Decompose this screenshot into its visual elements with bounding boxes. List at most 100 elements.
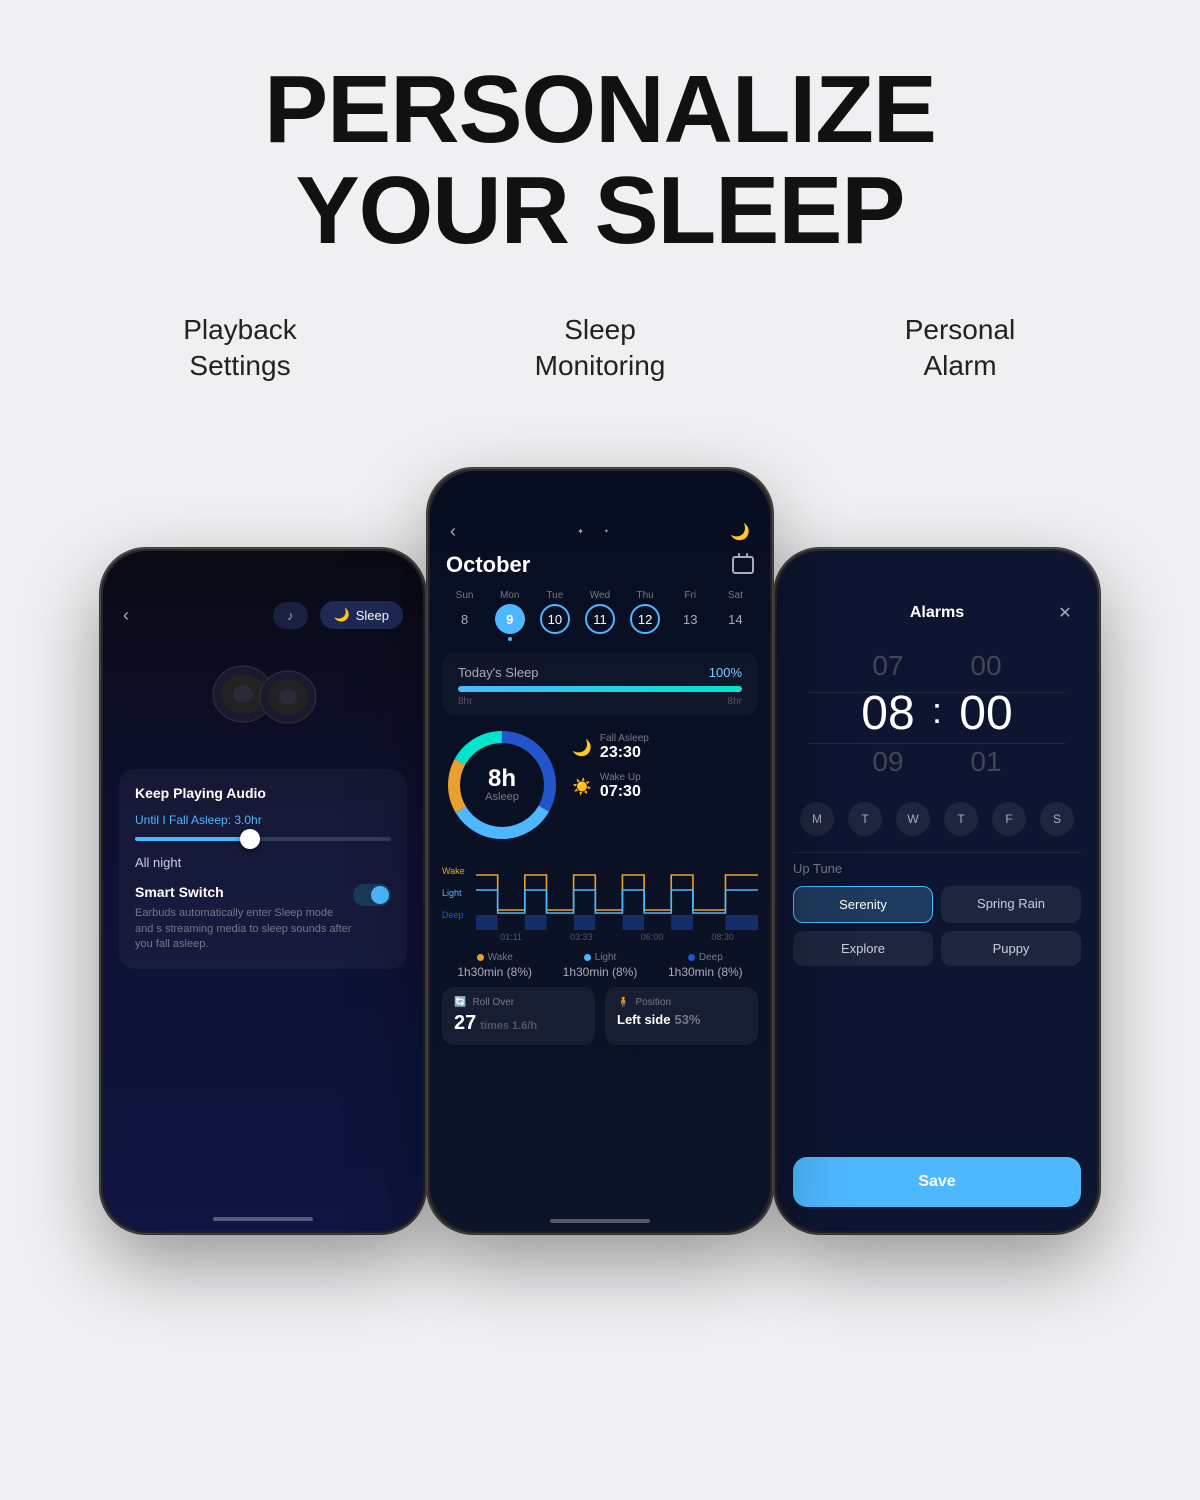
chart-area xyxy=(476,855,758,930)
progress-labels: 8hr 8hr xyxy=(458,696,742,707)
left-screen: ‹ ♪ 🌙 Sleep xyxy=(103,551,423,1231)
smart-switch-desc: Earbuds automatically enter Sleep mode a… xyxy=(135,906,353,952)
calendar-icon[interactable] xyxy=(732,556,754,574)
x-label-3: 06:00 xyxy=(641,932,664,942)
until-asleep-row: Until I Fall Asleep: 3.0hr xyxy=(135,813,391,827)
roll-section: 🔄 Roll Over 27 times 1.6/h 🧍 Pos xyxy=(442,987,758,1045)
back-arrow-icon[interactable]: ‹ xyxy=(123,605,129,626)
rollover-sub: times 1.6/h xyxy=(480,1020,537,1032)
divider xyxy=(793,852,1081,853)
sleep-timer-slider[interactable] xyxy=(135,837,391,841)
right-screen: Alarms ✕ 07 08 09 : 00 xyxy=(777,551,1097,1231)
hours-above: 07 xyxy=(848,651,928,682)
tune-puppy[interactable]: Puppy xyxy=(941,931,1081,966)
tune-explore[interactable]: Explore xyxy=(793,931,933,966)
hours-current: 08 xyxy=(848,688,928,741)
column-label-center: SleepMonitoring xyxy=(450,312,750,385)
hours-below: 09 xyxy=(848,747,928,778)
until-label: Until I Fall Asleep: xyxy=(135,813,234,827)
today-dot xyxy=(508,637,512,641)
music-tab[interactable]: ♪ xyxy=(273,602,308,629)
left-top-bar: ‹ ♪ 🌙 Sleep xyxy=(103,551,423,639)
settings-card: Keep Playing Audio Until I Fall Asleep: … xyxy=(119,769,407,968)
wake-up-info: Wake Up 07:30 xyxy=(600,772,641,801)
day-thu[interactable]: Thu 12 xyxy=(630,590,660,641)
day-tue[interactable]: Tue 10 xyxy=(540,590,570,641)
day-sat[interactable]: Sat 14 xyxy=(720,590,750,641)
sleep-chart-svg xyxy=(476,855,758,930)
day-mon[interactable]: Mon 9 xyxy=(495,590,525,641)
day-S[interactable]: S xyxy=(1040,802,1074,836)
hours-col[interactable]: 07 08 09 xyxy=(848,651,928,777)
tune-serenity[interactable]: Serenity xyxy=(793,886,933,923)
until-value: 3.0hr xyxy=(234,813,261,827)
smart-switch-toggle[interactable] xyxy=(353,884,391,906)
day-W[interactable]: W xyxy=(896,802,930,836)
day-sun[interactable]: Sun 8 xyxy=(450,590,480,641)
moon-detail-icon: 🌙 xyxy=(572,738,592,758)
title-line2: YOUR SLEEP xyxy=(264,161,936,262)
sleep-tab[interactable]: 🌙 Sleep xyxy=(320,601,403,629)
fall-asleep-info: Fall Asleep 23:30 xyxy=(600,733,649,762)
minutes-below: 01 xyxy=(946,747,1026,778)
y-wake: Wake xyxy=(442,866,476,876)
sleep-progress-bar xyxy=(458,686,742,692)
phone-right: Alarms ✕ 07 08 09 : 00 xyxy=(777,551,1097,1231)
day-M[interactable]: M xyxy=(800,802,834,836)
moon-tab-icon: 🌙 xyxy=(334,607,350,623)
days-row: M T W T F S xyxy=(777,794,1097,844)
wake-up-label: Wake Up xyxy=(600,772,641,783)
month-title: October xyxy=(446,552,530,578)
time-picker: 07 08 09 : 00 00 01 xyxy=(777,641,1097,793)
legend-dot-light xyxy=(584,954,591,961)
fall-asleep-label: Fall Asleep xyxy=(600,733,649,744)
smart-switch-row: Smart Switch Earbuds automatically enter… xyxy=(135,884,391,952)
phone-center: ‹ ✦ ✦ 🌙 October xyxy=(430,471,770,1231)
center-home-indicator xyxy=(550,1219,650,1223)
rollover-icon: 🔄 xyxy=(454,997,466,1008)
smart-switch-title: Smart Switch xyxy=(135,884,353,900)
star-decorations: ✦ ✦ xyxy=(577,527,609,536)
all-night-label: All night xyxy=(135,855,391,870)
rollover-card: 🔄 Roll Over 27 times 1.6/h xyxy=(442,987,595,1045)
day-F[interactable]: F xyxy=(992,802,1026,836)
progress-left: 8hr xyxy=(458,696,472,707)
phone-right-wrapper: Alarms ✕ 07 08 09 : 00 xyxy=(774,548,1100,1234)
day-T1[interactable]: T xyxy=(848,802,882,836)
sleep-progress-header: Today's Sleep 100% xyxy=(458,665,742,680)
day-wed[interactable]: Wed 11 xyxy=(585,590,615,641)
moon-icon: 🌙 xyxy=(730,522,750,542)
rollover-label: Roll Over xyxy=(472,997,514,1008)
phone-left-wrapper: ‹ ♪ 🌙 Sleep xyxy=(100,548,426,1234)
close-button[interactable]: ✕ xyxy=(1053,601,1077,625)
rollover-header: 🔄 Roll Over xyxy=(454,997,583,1008)
position-value: Left side 53% xyxy=(617,1012,746,1027)
rollover-value: 27 times 1.6/h xyxy=(454,1012,583,1035)
phones-container: ‹ ♪ 🌙 Sleep xyxy=(40,414,1160,1234)
minutes-above: 00 xyxy=(946,651,1026,682)
fall-asleep-item: 🌙 Fall Asleep 23:30 xyxy=(572,733,758,762)
month-row: October xyxy=(430,552,770,584)
star1: ✦ xyxy=(577,527,584,536)
today-sleep-pct: 100% xyxy=(709,665,742,680)
center-back-arrow[interactable]: ‹ xyxy=(450,521,456,542)
sleep-legend: Wake 1h30min (8%) Light 1h30min (8%) xyxy=(430,948,770,987)
position-icon: 🧍 xyxy=(617,997,629,1008)
save-button[interactable]: Save xyxy=(793,1157,1081,1207)
slider-thumb[interactable] xyxy=(240,829,260,849)
center-screen: ‹ ✦ ✦ 🌙 October xyxy=(430,471,770,1231)
y-deep: Deep xyxy=(442,910,476,920)
sleep-donut: 8h Asleep xyxy=(442,725,562,845)
earbuds-svg xyxy=(198,659,328,739)
day-T2[interactable]: T xyxy=(944,802,978,836)
music-icon: ♪ xyxy=(287,608,294,623)
fall-asleep-time: 23:30 xyxy=(600,744,649,762)
position-header: 🧍 Position xyxy=(617,997,746,1008)
left-tabs: ♪ 🌙 Sleep xyxy=(273,601,403,629)
wake-up-item: ☀️ Wake Up 07:30 xyxy=(572,772,758,801)
chart-y-labels: Wake Light Deep xyxy=(442,866,476,920)
tune-spring-rain[interactable]: Spring Rain xyxy=(941,886,1081,923)
minutes-col[interactable]: 00 00 01 xyxy=(946,651,1026,777)
day-fri[interactable]: Fri 13 xyxy=(675,590,705,641)
x-label-1: 01:11 xyxy=(500,932,522,942)
